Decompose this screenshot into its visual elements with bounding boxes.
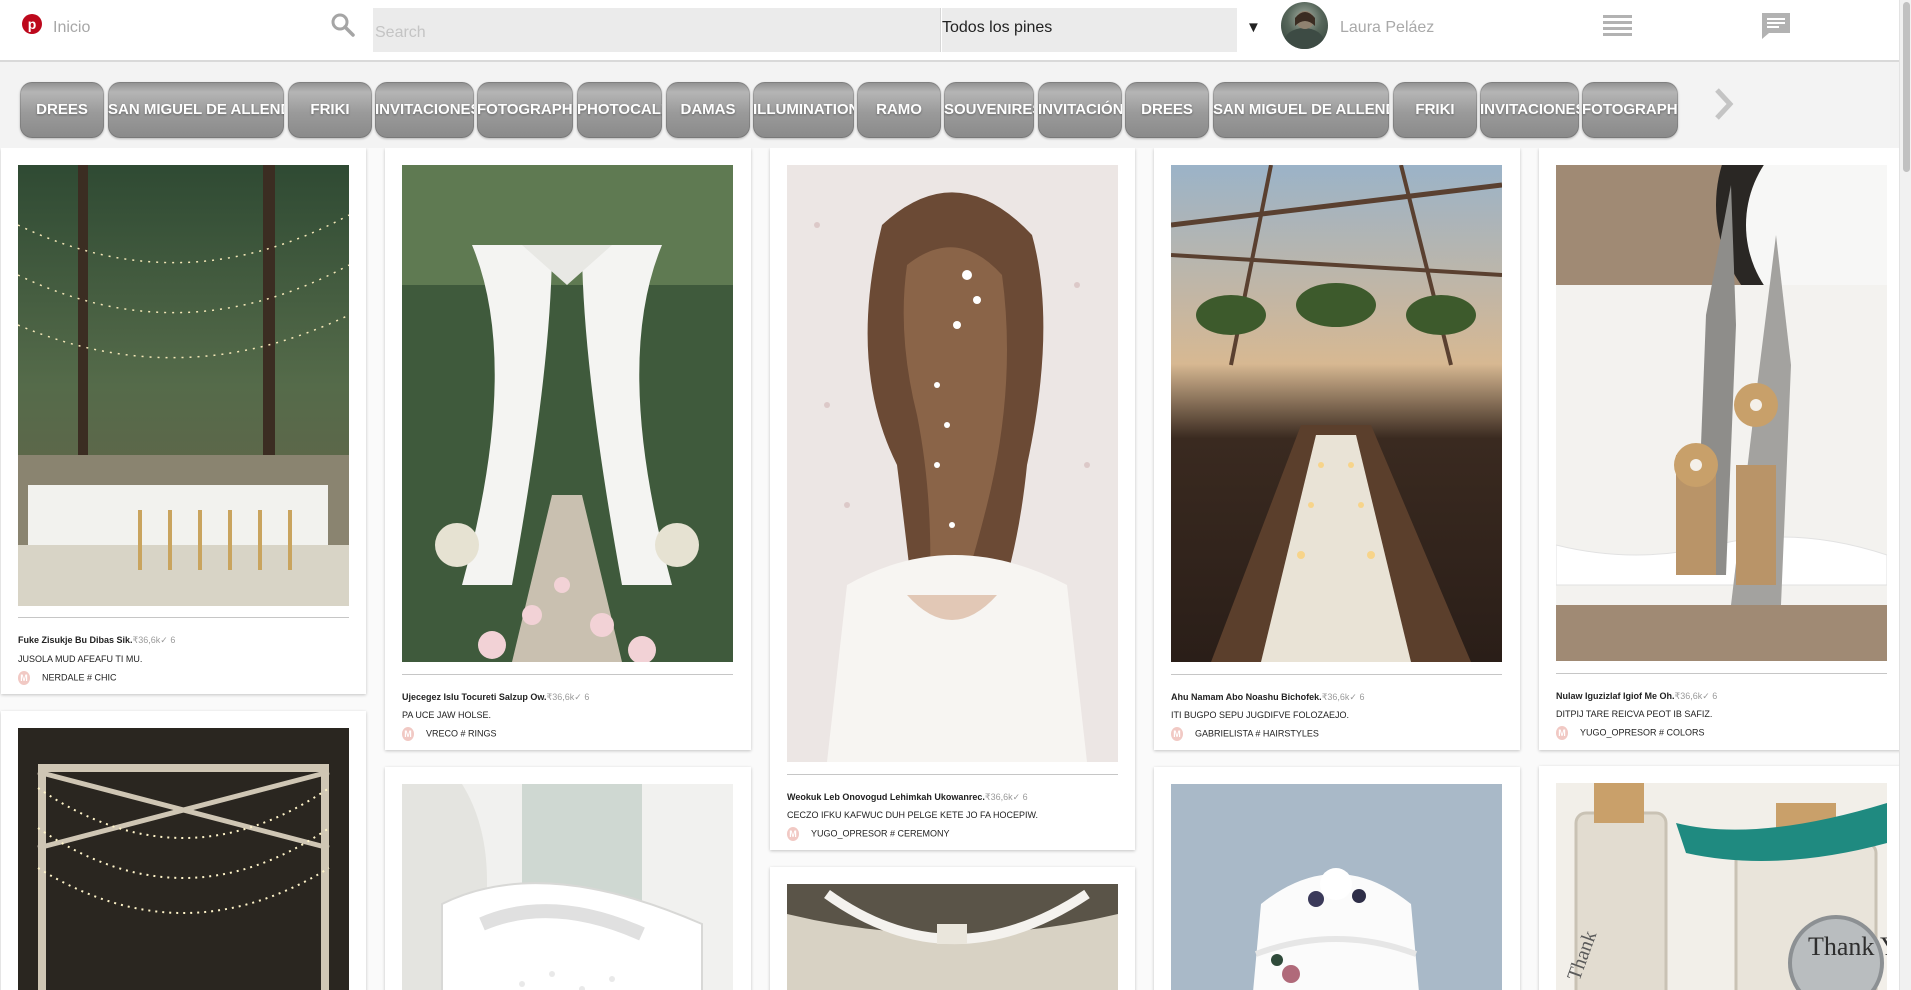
pin-image[interactable]: [787, 884, 1118, 990]
pin-image[interactable]: [402, 165, 733, 662]
pin-divider: [1171, 674, 1502, 675]
pin-board[interactable]: M GABRIELISTA # HAIRSTYLES: [1171, 727, 1319, 741]
pin-card[interactable]: [385, 767, 751, 990]
home-link[interactable]: Inicio: [53, 19, 90, 37]
scrollbar-thumb[interactable]: [1903, 2, 1910, 172]
board-avatar-icon: M: [1171, 727, 1183, 741]
pin-board[interactable]: M VRECO # RINGS: [402, 727, 497, 741]
category-chip[interactable]: RAMO: [857, 82, 941, 138]
pin-card[interactable]: Fuke Zisukje Bu Dibas Sik.₹36,6k✓ 6 JUSO…: [1, 148, 366, 694]
pin-board[interactable]: M NERDALE # CHIC: [18, 671, 117, 685]
category-chip[interactable]: ILLUMINATION: [753, 82, 854, 138]
messages-icon[interactable]: [1761, 12, 1791, 40]
pin-board[interactable]: M YUGO_OPRESOR # COLORS: [1556, 726, 1705, 740]
pin-title[interactable]: Ahu Namam Abo Noashu Bichofek.₹36,6k✓ 6: [1171, 692, 1364, 703]
pin-image[interactable]: [1556, 165, 1887, 661]
pin-divider: [18, 617, 349, 618]
pin-title[interactable]: Nulaw Iguzizlaf Igiof Me Oh.₹36,6k✓ 6: [1556, 691, 1717, 702]
pin-title[interactable]: Fuke Zisukje Bu Dibas Sik.₹36,6k✓ 6: [18, 635, 175, 646]
user-name[interactable]: Laura Peláez: [1340, 19, 1434, 37]
category-chip[interactable]: DREES: [20, 82, 104, 138]
category-chip[interactable]: FOTOGRAPHY: [1582, 82, 1678, 138]
pin-image[interactable]: [18, 728, 349, 990]
pin-card[interactable]: Thank You Thank: [1539, 766, 1904, 990]
pin-card[interactable]: Weokuk Leb Onovogud Lehimkah Ukowanrec.₹…: [770, 148, 1135, 850]
category-chip[interactable]: SOUVENIRES: [944, 82, 1034, 138]
page-scrollbar[interactable]: [1899, 0, 1911, 990]
thank-you-tag-text: Thank You: [1808, 932, 1887, 961]
board-avatar-icon: M: [402, 727, 414, 741]
category-chip[interactable]: FOTOGRAPHY: [477, 82, 573, 138]
pin-card[interactable]: [1154, 767, 1520, 990]
pin-grid: Fuke Zisukje Bu Dibas Sik.₹36,6k✓ 6 JUSO…: [0, 148, 1911, 990]
category-chip[interactable]: INVITACIONES: [375, 82, 474, 138]
category-chip[interactable]: SAN MIGUEL DE ALLENDE: [1213, 82, 1389, 138]
pin-image[interactable]: [18, 165, 349, 606]
pin-image[interactable]: [1171, 784, 1502, 990]
pin-title[interactable]: Weokuk Leb Onovogud Lehimkah Ukowanrec.₹…: [787, 792, 1028, 803]
caret-down-icon[interactable]: ▼: [1246, 19, 1261, 36]
pin-stats: ₹36,6k✓ 6: [546, 692, 590, 702]
category-chip[interactable]: INVITACIÓN: [1038, 82, 1122, 138]
category-chip[interactable]: SAN MIGUEL DE ALLENDE: [108, 82, 284, 138]
pin-board[interactable]: M YUGO_OPRESOR # CEREMONY: [787, 827, 950, 841]
chevron-right-icon[interactable]: [1712, 86, 1736, 122]
board-avatar-icon: M: [1556, 726, 1568, 740]
pin-card[interactable]: [770, 867, 1135, 990]
pin-image[interactable]: Thank You Thank: [1556, 783, 1887, 990]
board-avatar-icon: M: [787, 827, 799, 841]
avatar[interactable]: [1281, 2, 1328, 49]
search-input[interactable]: [373, 8, 941, 52]
pin-description: JUSOLA MUD AFEAFU TI MU.: [18, 654, 143, 664]
top-bar: p Inicio Todos los pines ▼ Laura Peláez: [0, 0, 1911, 62]
pin-stats: ₹36,6k✓ 6: [1321, 692, 1365, 702]
pin-description: DITPIJ TARE REICVA PEOT IB SAFIZ.: [1556, 709, 1713, 719]
pin-stats: ₹36,6k✓ 6: [1674, 691, 1718, 701]
pin-stats: ₹36,6k✓ 6: [984, 792, 1028, 802]
pin-divider: [787, 774, 1118, 775]
pin-divider: [1556, 673, 1887, 674]
pin-description: ITI BUGPO SEPU JUGDIFVE FOLOZAEJO.: [1171, 710, 1350, 720]
pin-image[interactable]: [402, 784, 733, 990]
category-chip[interactable]: PHOTOCALL: [577, 82, 662, 138]
category-chip[interactable]: FRIKI: [1393, 82, 1477, 138]
pin-image[interactable]: [787, 165, 1118, 762]
pin-description: PA UCE JAW HOLSE.: [402, 710, 492, 720]
category-chip[interactable]: FRIKI: [288, 82, 372, 138]
pin-stats: ₹36,6k✓ 6: [132, 635, 176, 645]
pin-card[interactable]: Ujecegez Islu Tocureti Salzup Ow.₹36,6k✓…: [385, 148, 751, 750]
pin-filter-value[interactable]: Todos los pines: [942, 19, 1052, 37]
pin-description: CECZO IFKU KAFWUC DUH PELGE KETE JO FA H…: [787, 810, 1039, 820]
category-chip[interactable]: INVITACIONES: [1480, 82, 1579, 138]
pin-card[interactable]: Ahu Namam Abo Noashu Bichofek.₹36,6k✓ 6 …: [1154, 148, 1520, 750]
pin-card[interactable]: [1, 711, 366, 990]
search-icon[interactable]: [330, 12, 356, 38]
pin-card[interactable]: Nulaw Iguzizlaf Igiof Me Oh.₹36,6k✓ 6 DI…: [1539, 148, 1904, 750]
pin-image[interactable]: [1171, 165, 1502, 662]
pin-divider: [402, 674, 733, 675]
category-chip[interactable]: DREES: [1125, 82, 1209, 138]
pin-title[interactable]: Ujecegez Islu Tocureti Salzup Ow.₹36,6k✓…: [402, 692, 589, 703]
category-chip[interactable]: DAMAS: [666, 82, 750, 138]
pinterest-logo-icon[interactable]: p: [22, 14, 42, 34]
board-avatar-icon: M: [18, 671, 30, 685]
menu-icon[interactable]: [1603, 15, 1632, 37]
